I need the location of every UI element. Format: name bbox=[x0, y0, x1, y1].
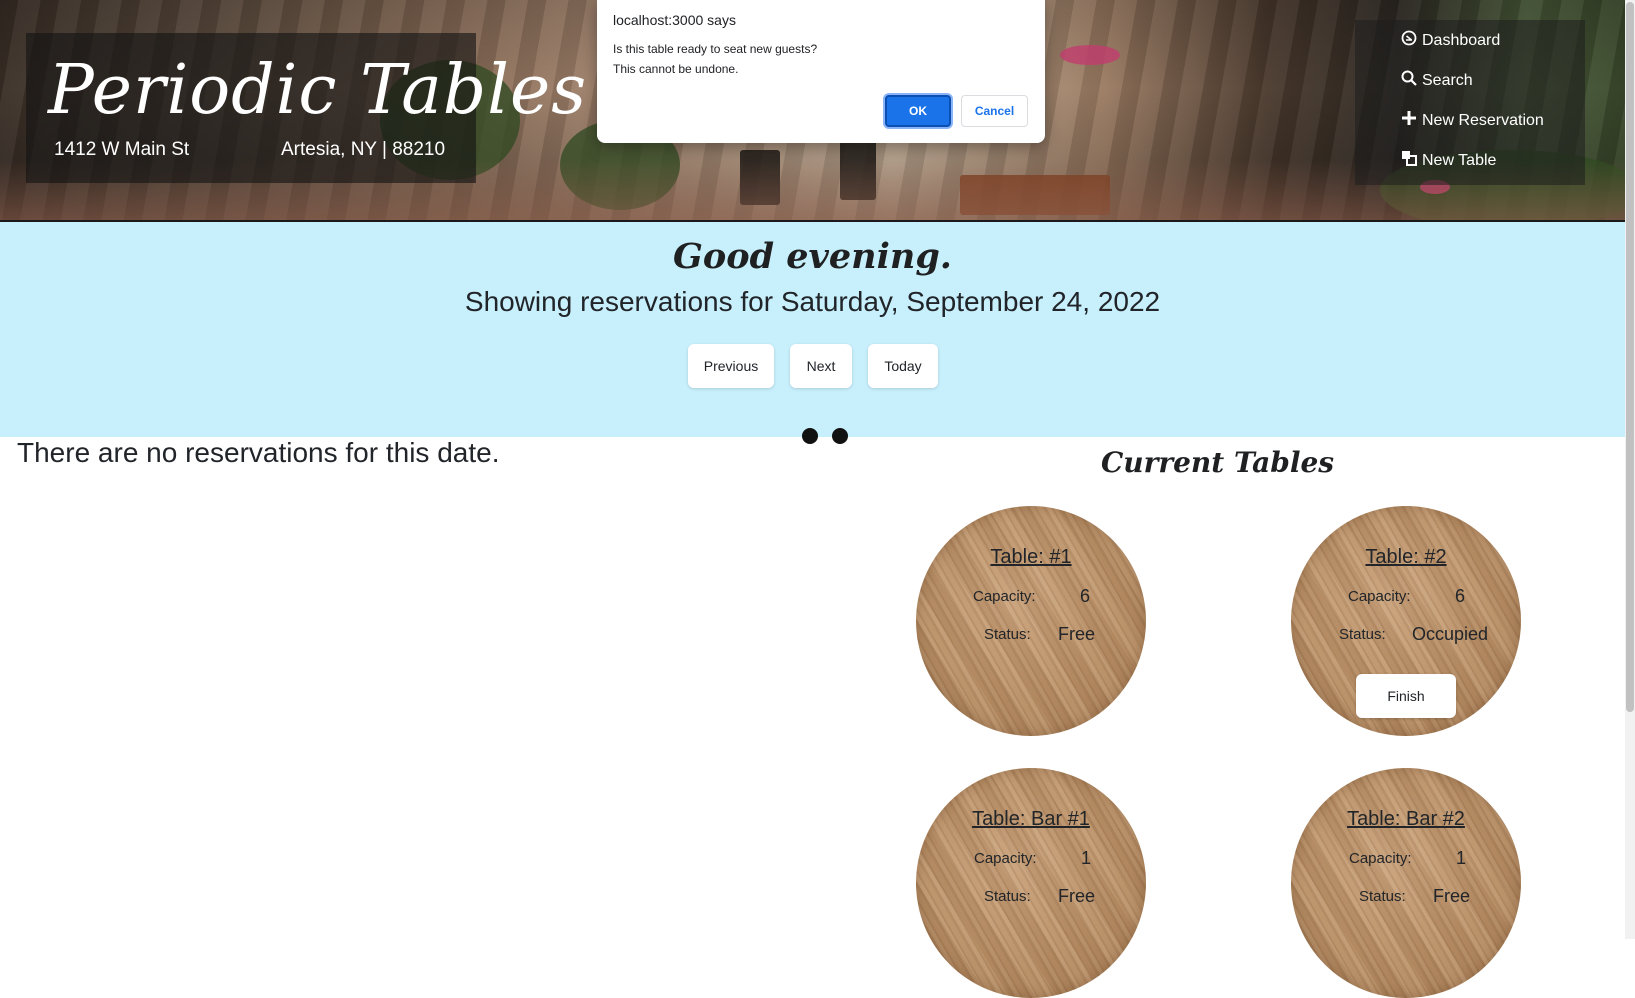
loading-dot bbox=[832, 428, 848, 444]
nav-item-label: Search bbox=[1422, 71, 1473, 89]
banner-chair-image bbox=[740, 150, 780, 205]
banner-chair-image bbox=[840, 140, 876, 200]
no-reservations-message: There are no reservations for this date. bbox=[17, 437, 500, 468]
table-card: Table: #1 Capacity: 6 Status: Free bbox=[916, 506, 1146, 736]
capacity-value: 6 bbox=[1080, 586, 1091, 606]
dialog-message: Is this table ready to seat new guests? bbox=[613, 42, 818, 56]
brand-title: Periodic Tables bbox=[48, 51, 588, 130]
table-card: Table: Bar #2 Capacity: 1 Status: Free bbox=[1291, 768, 1521, 998]
brand-address: 1412 W Main St bbox=[54, 139, 190, 160]
table-name: Table: Bar #2 bbox=[1347, 808, 1465, 830]
greeting-heading: Good evening. bbox=[673, 236, 952, 277]
brand-panel: Periodic Tables 1412 W Main St Artesia, … bbox=[26, 33, 586, 183]
capacity-label: Capacity: bbox=[973, 588, 1036, 605]
status-value: Free bbox=[1058, 886, 1096, 906]
table-card: Table: Bar #1 Capacity: 1 Status: Free bbox=[916, 768, 1146, 998]
nav-item-label: New Reservation bbox=[1422, 111, 1544, 129]
status-label: Status: bbox=[1339, 626, 1386, 643]
today-button[interactable]: Today bbox=[868, 344, 938, 388]
dashboard-icon bbox=[1400, 30, 1417, 51]
table-name: Table: #1 bbox=[990, 546, 1072, 568]
finish-button[interactable]: Finish bbox=[1356, 674, 1456, 718]
loading-dot bbox=[802, 428, 818, 444]
capacity-label: Capacity: bbox=[974, 850, 1037, 867]
capacity-value: 1 bbox=[1081, 848, 1092, 868]
capacity-value: 1 bbox=[1456, 848, 1467, 868]
ok-button[interactable]: OK bbox=[885, 95, 951, 127]
scrollbar-thumb[interactable] bbox=[1626, 2, 1634, 712]
nav-item-new-reservation[interactable]: New Reservation bbox=[1400, 110, 1544, 131]
status-label: Status: bbox=[1359, 888, 1406, 905]
status-value: Occupied bbox=[1412, 624, 1489, 644]
plus-icon bbox=[1400, 110, 1417, 131]
nav-item-dashboard[interactable]: Dashboard bbox=[1400, 30, 1500, 51]
main-nav: Dashboard Search New Reservation New Tab… bbox=[1355, 20, 1585, 185]
tables-heading: Current Tables bbox=[1100, 446, 1335, 479]
brand-city: Artesia, NY | 88210 bbox=[281, 139, 446, 160]
capacity-value: 6 bbox=[1455, 586, 1466, 606]
table-name: Table: Bar #1 bbox=[972, 808, 1090, 830]
dialog-title: localhost:3000 says bbox=[613, 12, 736, 28]
date-heading: Showing reservations for Saturday, Septe… bbox=[464, 286, 1161, 317]
date-navigation-section: Good evening. Showing reservations for S… bbox=[0, 220, 1625, 437]
status-value: Free bbox=[1058, 624, 1096, 644]
nav-item-label: Dashboard bbox=[1422, 31, 1501, 49]
nav-item-label: New Table bbox=[1422, 151, 1497, 169]
table-card: Table: #2 Capacity: 6 Status: Occupied F… bbox=[1291, 506, 1521, 736]
status-label: Status: bbox=[984, 888, 1031, 905]
banner-flowers-image bbox=[1060, 45, 1120, 65]
dialog-message: This cannot be undone. bbox=[613, 62, 739, 76]
next-button[interactable]: Next bbox=[790, 344, 852, 388]
table-name: Table: #2 bbox=[1365, 546, 1447, 568]
page-scrollbar[interactable] bbox=[1625, 0, 1635, 939]
confirm-dialog: localhost:3000 says Is this table ready … bbox=[597, 0, 1045, 143]
layers-icon bbox=[1400, 150, 1417, 171]
previous-button[interactable]: Previous bbox=[688, 344, 774, 388]
status-value: Free bbox=[1433, 886, 1471, 906]
banner-sign-image bbox=[960, 175, 1110, 215]
capacity-label: Capacity: bbox=[1349, 850, 1412, 867]
cancel-button[interactable]: Cancel bbox=[961, 95, 1028, 127]
nav-item-search[interactable]: Search bbox=[1400, 70, 1473, 91]
capacity-label: Capacity: bbox=[1348, 588, 1411, 605]
search-icon bbox=[1400, 70, 1417, 91]
status-label: Status: bbox=[984, 626, 1031, 643]
nav-item-new-table[interactable]: New Table bbox=[1400, 150, 1496, 171]
